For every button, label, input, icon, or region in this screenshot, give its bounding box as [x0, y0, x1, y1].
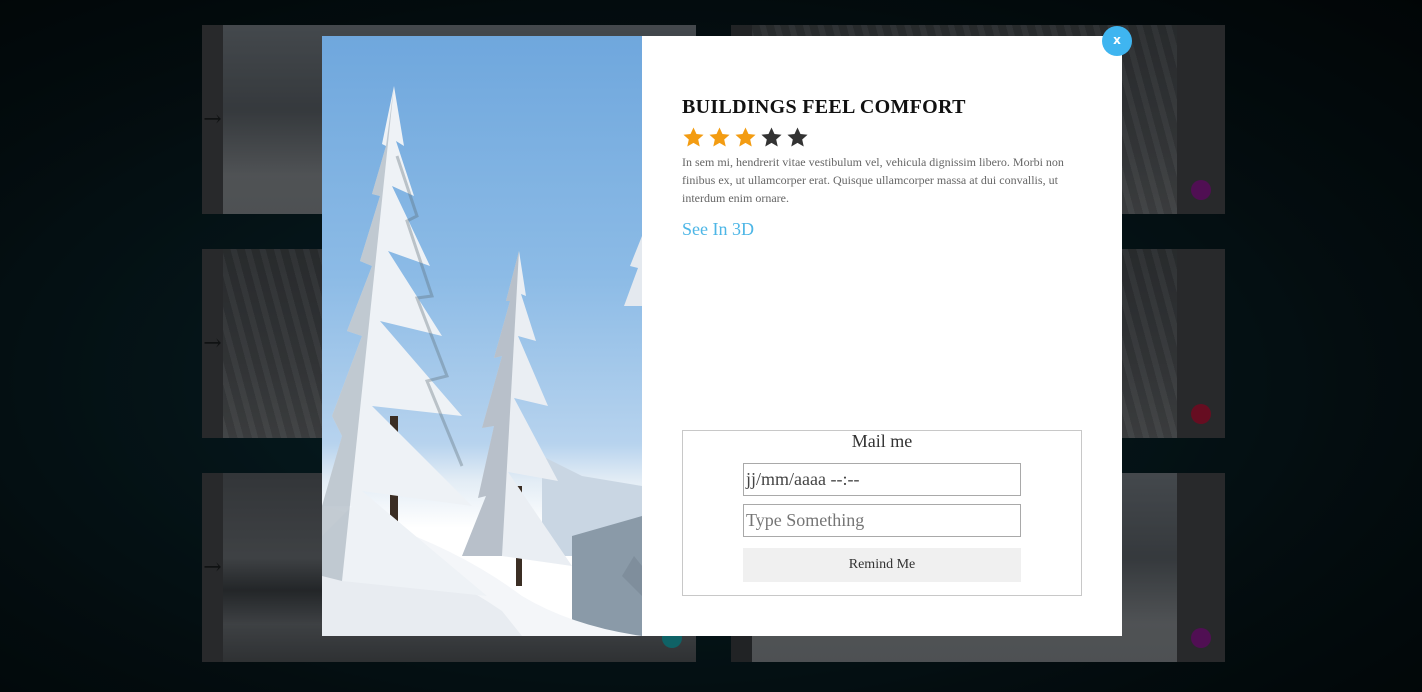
modal-title: BUILDINGS FEEL COMFORT [682, 96, 966, 118]
remind-me-button[interactable]: Remind Me [743, 548, 1021, 582]
modal-image-winter-trees [322, 36, 642, 636]
product-description: In sem mi, hendrerit vitae vestibulum ve… [682, 155, 1064, 205]
datetime-input[interactable]: jj/mm/aaaa --:-- [743, 463, 1021, 496]
see-in-3d-link[interactable]: See In 3D [682, 219, 754, 240]
star-filled-icon[interactable] [734, 126, 757, 149]
close-button[interactable]: x [1102, 26, 1132, 56]
message-input[interactable]: Type Something [743, 504, 1021, 537]
message-placeholder: Type Something [746, 510, 865, 530]
star-filled-icon[interactable] [682, 126, 705, 149]
modal-content: BUILDINGS FEEL COMFORT In sem mi, hendre… [642, 36, 1122, 636]
mail-me-form: Mail me jj/mm/aaaa --:-- Type Something … [682, 430, 1082, 596]
star-rating [682, 125, 1082, 149]
datetime-value: jj/mm/aaaa --:-- [746, 469, 860, 489]
star-empty-icon[interactable] [786, 126, 809, 149]
mail-form-title: Mail me [851, 431, 913, 451]
star-filled-icon[interactable] [708, 126, 731, 149]
star-empty-icon[interactable] [760, 126, 783, 149]
product-modal: BUILDINGS FEEL COMFORT In sem mi, hendre… [322, 36, 1122, 636]
